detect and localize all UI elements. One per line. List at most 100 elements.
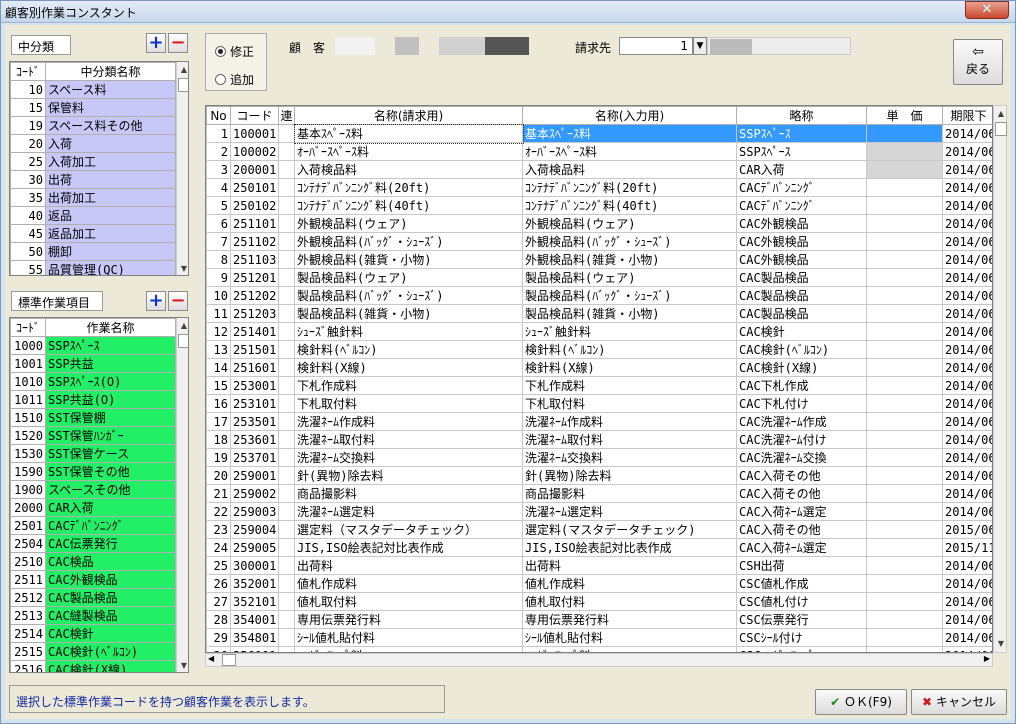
grid-cell[interactable]: 製品検品料(ﾊﾞｯｸﾞ・ｼｭｰｽﾞ) xyxy=(294,286,523,305)
grid-cell[interactable] xyxy=(278,538,295,557)
grid-cell[interactable]: 251101 xyxy=(230,214,279,233)
grid-cell[interactable]: 2014/06 xyxy=(942,574,992,593)
grid-cell[interactable]: ｼｰﾙ値札貼付料 xyxy=(294,628,523,647)
table-row[interactable]: 11 251203 製品検品料(雑貨・小物) 製品検品料(雑貨・小物) CAC製品検品 2… xyxy=(206,304,992,323)
grid-cell[interactable]: 2014/06 xyxy=(942,178,992,197)
price-cell[interactable] xyxy=(866,394,943,413)
grid-cell[interactable]: 251501 xyxy=(230,340,279,359)
grid-cell[interactable] xyxy=(278,484,295,503)
grid-cell[interactable]: 下札作成料 xyxy=(294,376,523,395)
grid-cell[interactable]: 2014/06 xyxy=(942,142,992,161)
grid-header-1[interactable]: コード xyxy=(230,106,279,125)
grid-cell[interactable] xyxy=(278,430,295,449)
grid-cell[interactable]: 2014/06 xyxy=(942,124,992,143)
grid-cell[interactable]: 9 xyxy=(206,268,231,287)
grid-cell[interactable]: CAC検針 xyxy=(736,322,867,341)
grid-cell[interactable] xyxy=(278,376,295,395)
grid-cell[interactable] xyxy=(278,322,295,341)
grid-cell[interactable]: 251201 xyxy=(230,268,279,287)
grid-header-7[interactable]: 期限下 xyxy=(942,106,992,125)
grid-cell[interactable]: 洗濯ﾈｰﾑ交換料 xyxy=(294,448,523,467)
grid-cell[interactable]: ｵｰﾊﾞｰｽﾍﾟｰｽ料 xyxy=(294,142,523,161)
grid-cell[interactable]: 選定料(マスタデータチェック) xyxy=(522,520,737,539)
table-row[interactable]: 4 250101 ｺﾝﾃﾅﾃﾞﾊﾞﾝﾆﾝｸﾞ料(20ft) ｺﾝﾃﾅﾃﾞﾊﾞﾝﾆﾝｸﾞ… xyxy=(206,178,992,197)
category-row[interactable]: 20 入荷 xyxy=(10,134,176,153)
grid-cell[interactable]: 100001 xyxy=(230,124,279,143)
grid-cell[interactable]: CSC値札付け xyxy=(736,592,867,611)
category-scrollbar[interactable]: ▲ ▼ xyxy=(176,62,188,275)
grid-cell[interactable] xyxy=(278,142,295,161)
table-row[interactable]: 26 352001 値札作成料 値札作成料 CSC値札作成 2014/06 xyxy=(206,574,992,593)
billing-input[interactable]: 1 xyxy=(619,37,693,55)
grid-cell[interactable] xyxy=(278,466,295,485)
standard-remove-button[interactable]: − xyxy=(168,291,188,311)
category-row[interactable]: 10 スペース料 xyxy=(10,80,176,99)
grid-cell[interactable]: 製品検品料(ﾊﾞｯｸﾞ・ｼｭｰｽﾞ) xyxy=(522,286,737,305)
grid-cell[interactable]: 251202 xyxy=(230,286,279,305)
price-cell[interactable] xyxy=(866,448,943,467)
price-cell[interactable] xyxy=(866,376,943,395)
grid-cell[interactable]: 専用伝票発行料 xyxy=(522,610,737,629)
grid-cell[interactable]: 洗濯ﾈｰﾑ選定料 xyxy=(294,502,523,521)
category-row[interactable]: 55 品質管理(QC) xyxy=(10,260,176,275)
grid-cell[interactable]: 検針料(X線) xyxy=(522,358,737,377)
price-cell[interactable] xyxy=(866,160,943,179)
grid-cell[interactable]: 352001 xyxy=(230,574,279,593)
standard-list[interactable]: ｺｰﾄﾞ 作業名称 1000 SSPｽﾍﾟｰｽ 1001 SSP共益 1010 SSPｽﾍﾟ… xyxy=(9,317,189,673)
grid-cell[interactable]: 検針料(X線) xyxy=(294,358,523,377)
grid-cell[interactable]: 外観検品料(ﾊﾞｯｸﾞ・ｼｭｰｽﾞ) xyxy=(522,232,737,251)
price-cell[interactable] xyxy=(866,412,943,431)
grid-cell[interactable]: ｺﾝﾃﾅﾃﾞﾊﾞﾝﾆﾝｸﾞ料(40ft) xyxy=(294,196,523,215)
grid-cell[interactable]: 基本ｽﾍﾟｰｽ料 xyxy=(293,123,524,144)
grid-cell[interactable]: CACﾃﾞﾊﾞﾝﾆﾝｸﾞ xyxy=(736,196,867,215)
grid-cell[interactable]: ｺﾝﾃﾅﾃﾞﾊﾞﾝﾆﾝｸﾞ料(20ft) xyxy=(294,178,523,197)
grid-cell[interactable]: SSPｽﾍﾟｰｽ xyxy=(736,142,867,161)
price-cell[interactable] xyxy=(866,628,943,647)
grid-cell[interactable]: 外観検品料(ﾊﾞｯｸﾞ・ｼｭｰｽﾞ) xyxy=(294,232,523,251)
grid-cell[interactable] xyxy=(278,286,295,305)
grid-cell[interactable]: CAC入荷その他 xyxy=(736,484,867,503)
grid-cell[interactable]: 下札作成料 xyxy=(522,376,737,395)
grid-cell[interactable]: 2014/06 xyxy=(942,376,992,395)
grid-cell[interactable]: 250102 xyxy=(230,196,279,215)
table-row[interactable]: 25 300001 出荷料 出荷料 CSH出荷 2014/06 xyxy=(206,556,992,575)
grid-cell[interactable]: 値札作成料 xyxy=(522,574,737,593)
price-cell[interactable] xyxy=(866,214,943,233)
grid-cell[interactable] xyxy=(278,412,295,431)
standard-scrollbar[interactable]: ▲ ▼ xyxy=(176,318,188,672)
standard-row[interactable]: 2510 CAC検品 xyxy=(10,552,176,571)
table-row[interactable]: 24 259005 JIS,ISO絵表記対比表作成 JIS,ISO絵表記対比表作成 CA… xyxy=(206,538,992,557)
grid-cell[interactable]: 2014/06 xyxy=(942,340,992,359)
grid-header-5[interactable]: 略称 xyxy=(736,106,867,125)
table-row[interactable]: 20 259001 針(異物)除去料 針(異物)除去料 CAC入荷その他 2014/06 xyxy=(206,466,992,485)
grid-cell[interactable]: 253501 xyxy=(230,412,279,431)
back-button[interactable]: ⇦ 戻る xyxy=(953,39,1003,85)
grid-cell[interactable]: 洗濯ﾈｰﾑ作成料 xyxy=(522,412,737,431)
grid-cell[interactable]: 352101 xyxy=(230,592,279,611)
grid-cell[interactable]: 17 xyxy=(206,412,231,431)
grid-cell[interactable]: 100002 xyxy=(230,142,279,161)
grid-cell[interactable]: 2014/06 xyxy=(942,448,992,467)
table-row[interactable]: 6 251101 外観検品料(ウェア) 外観検品料(ウェア) CAC外観検品 2014/0… xyxy=(206,214,992,233)
category-row[interactable]: 35 出荷加工 xyxy=(10,188,176,207)
grid-cell[interactable]: 21 xyxy=(206,484,231,503)
grid-cell[interactable] xyxy=(278,232,295,251)
grid-cell[interactable] xyxy=(278,178,295,197)
grid-cell[interactable]: 2014/06 xyxy=(942,322,992,341)
grid-cell[interactable]: 2014/06 xyxy=(942,502,992,521)
grid-cell[interactable]: CAC製品検品 xyxy=(736,304,867,323)
billing-dropdown-icon[interactable]: ▼ xyxy=(693,37,707,55)
price-cell[interactable] xyxy=(866,538,943,557)
category-remove-button[interactable]: − xyxy=(168,33,188,53)
grid-cell[interactable]: 針(異物)除去料 xyxy=(294,466,523,485)
price-cell[interactable] xyxy=(866,466,943,485)
grid-cell[interactable] xyxy=(278,574,295,593)
grid-cell[interactable] xyxy=(278,196,295,215)
grid-cell[interactable] xyxy=(278,394,295,413)
grid-cell[interactable]: 製品検品料(雑貨・小物) xyxy=(294,304,523,323)
grid-cell[interactable]: 2015/06 xyxy=(942,520,992,539)
grid-cell[interactable]: 製品検品料(雑貨・小物) xyxy=(522,304,737,323)
grid-cell[interactable]: 259003 xyxy=(230,502,279,521)
standard-row[interactable]: 1000 SSPｽﾍﾟｰｽ xyxy=(10,336,176,355)
grid-cell[interactable] xyxy=(278,628,295,647)
